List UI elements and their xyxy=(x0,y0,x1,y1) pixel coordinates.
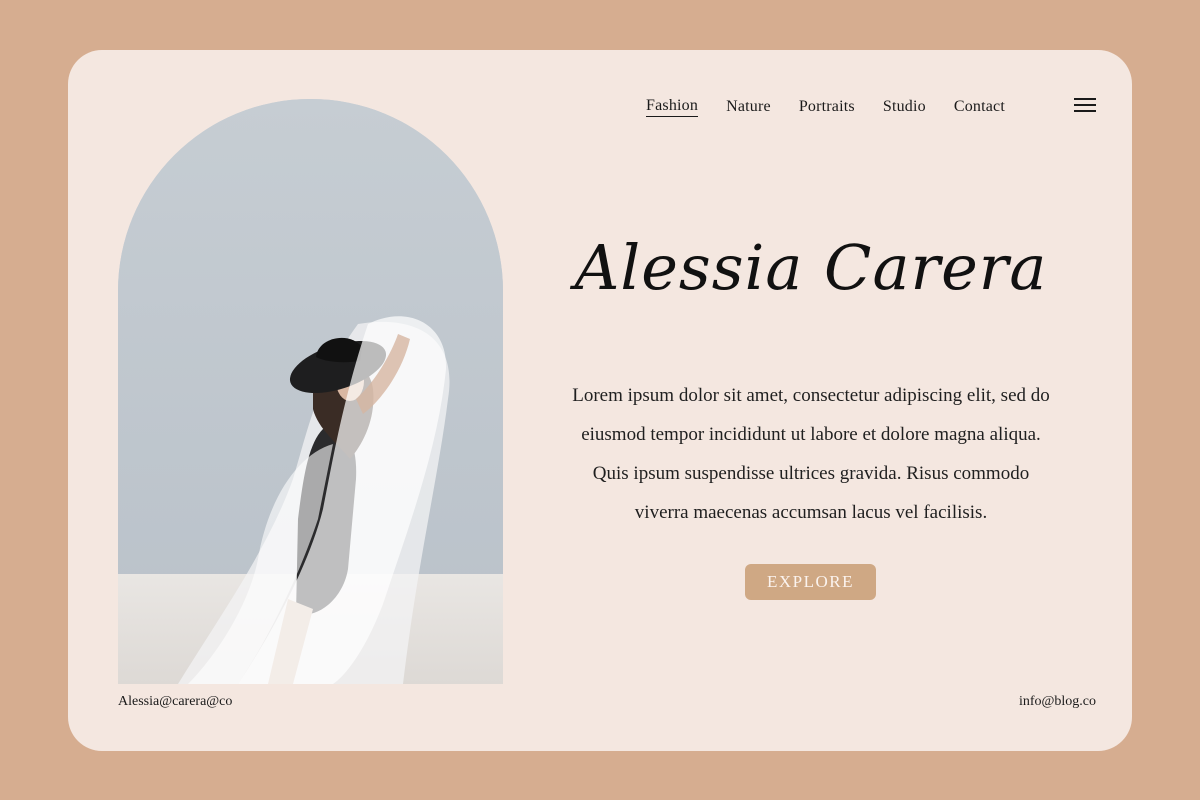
nav-item-nature[interactable]: Nature xyxy=(726,97,771,117)
page-title: Alessia Carera xyxy=(574,231,1048,304)
nav-item-fashion[interactable]: Fashion xyxy=(646,96,699,117)
menu-line xyxy=(1074,104,1096,106)
nav-item-portraits[interactable]: Portraits xyxy=(799,97,855,117)
menu-line xyxy=(1074,98,1096,100)
footer-email-right[interactable]: info@blog.co xyxy=(1019,694,1096,710)
hero-description: Lorem ipsum dolor sit amet, consectetur … xyxy=(572,385,1050,523)
explore-button[interactable]: EXPLORE xyxy=(745,564,876,600)
nav-item-studio[interactable]: Studio xyxy=(883,97,926,117)
nav-item-contact[interactable]: Contact xyxy=(954,97,1005,117)
hero-card: Fashion Nature Portraits Studio Contact … xyxy=(68,50,1132,751)
hamburger-menu-icon[interactable] xyxy=(1074,98,1096,116)
hero-photo xyxy=(118,99,503,684)
main-nav: Fashion Nature Portraits Studio Contact xyxy=(646,96,1033,117)
footer-email-left[interactable]: Alessia@carera@co xyxy=(118,694,232,710)
woman-in-veil-photo xyxy=(118,99,503,684)
menu-line xyxy=(1074,110,1096,112)
